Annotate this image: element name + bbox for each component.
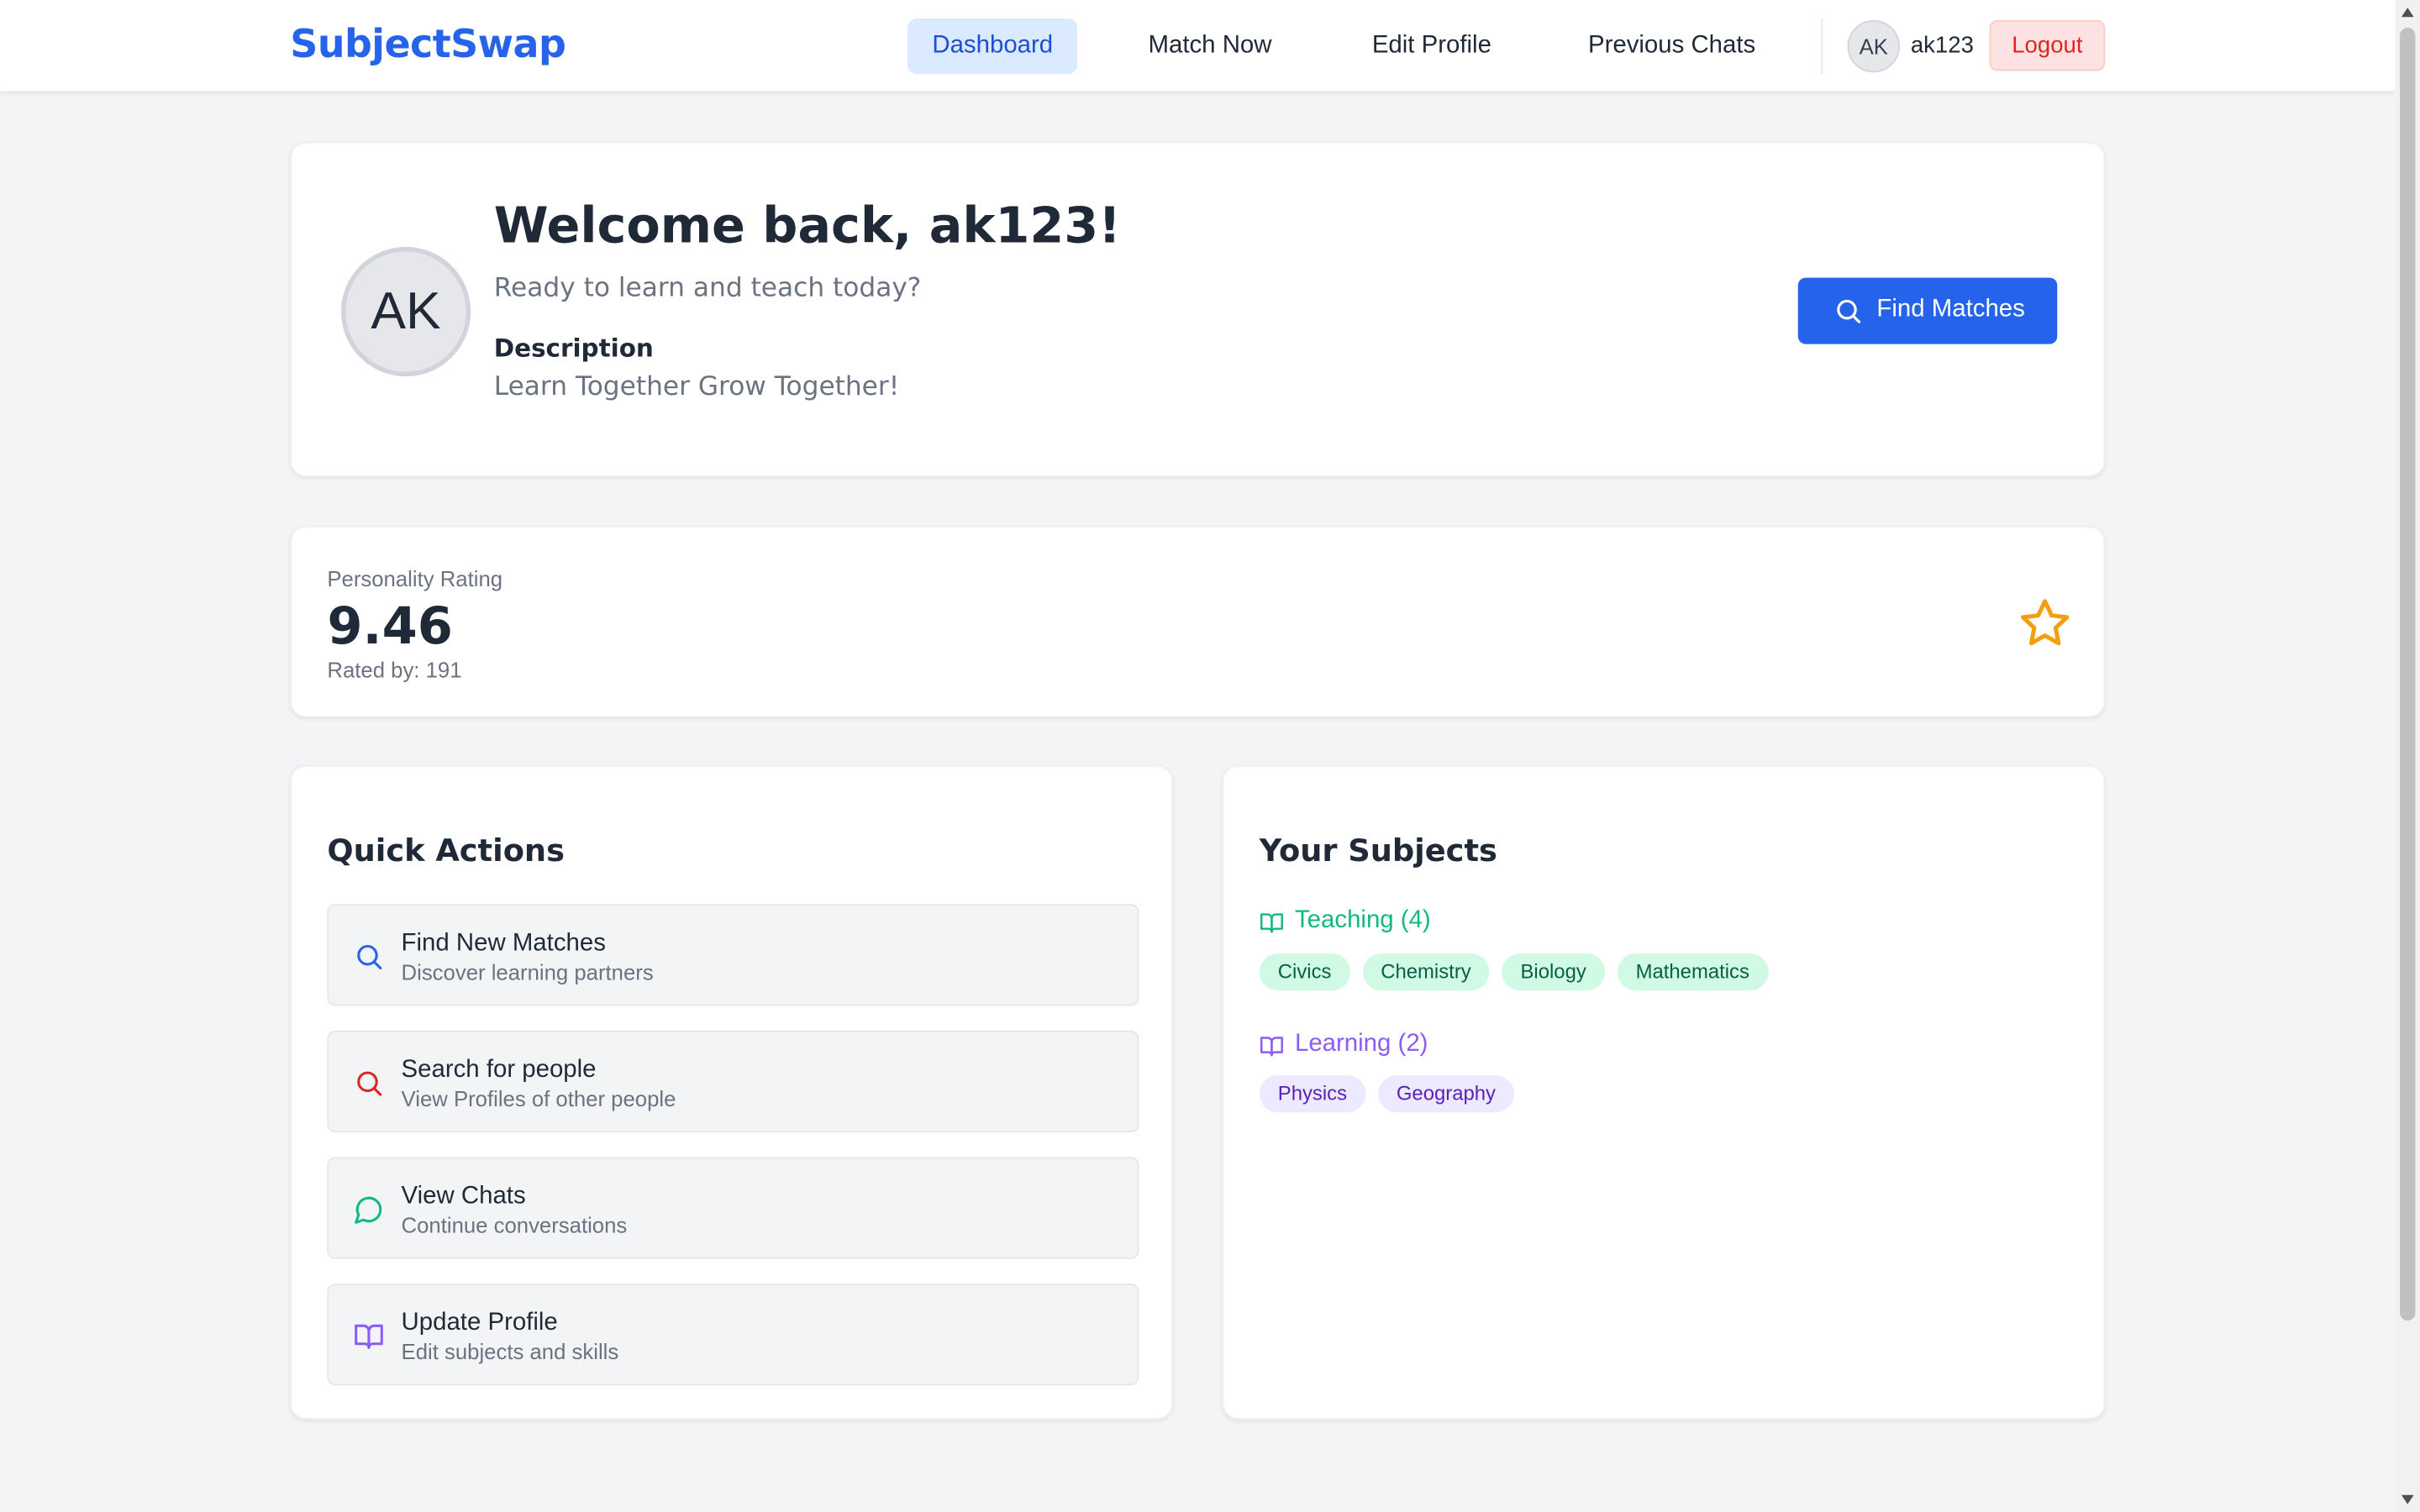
learning-label: Learning (2)	[1294, 1030, 1428, 1058]
book-open-icon	[1260, 913, 1283, 933]
quick-actions-card: Quick Actions Find New Matches Discover …	[290, 765, 1173, 1420]
subject-tag[interactable]: Geography	[1377, 1075, 1515, 1113]
scroll-up-arrow-icon[interactable]	[2401, 8, 2414, 18]
description-label: Description	[493, 333, 654, 363]
star-icon	[2020, 599, 2070, 646]
description-text: Learn Together Grow Together!	[493, 371, 900, 403]
find-matches-label: Find Matches	[1876, 296, 2025, 323]
subject-tag[interactable]: Chemistry	[1362, 953, 1490, 991]
action-view-chats[interactable]: View Chats Continue conversations	[327, 1157, 1139, 1259]
find-matches-button[interactable]: Find Matches	[1797, 277, 2058, 344]
action-description: Discover learning partners	[401, 959, 654, 984]
nav-match-now[interactable]: Match Now	[1123, 18, 1297, 74]
page: SubjectSwap Dashboard Match Now Edit Pro…	[0, 0, 2420, 1512]
action-description: Continue conversations	[401, 1212, 628, 1238]
action-title: Find New Matches	[401, 930, 606, 957]
user-avatar[interactable]: AK	[1847, 19, 1900, 73]
action-update-profile[interactable]: Update Profile Edit subjects and skills	[327, 1284, 1139, 1386]
brand-logo[interactable]: SubjectSwap	[290, 22, 566, 66]
chat-bubble-icon	[355, 1196, 382, 1224]
subjects-title: Your Subjects	[1259, 831, 1497, 869]
profile-avatar: AK	[340, 246, 471, 377]
welcome-subtitle: Ready to learn and teach today?	[493, 273, 922, 304]
subjects-card: Your Subjects Teaching (4) Civics Chemis…	[1222, 765, 2106, 1420]
nav-previous-chats[interactable]: Previous Chats	[1564, 18, 1781, 74]
action-find-new-matches[interactable]: Find New Matches Discover learning partn…	[327, 904, 1139, 1006]
subject-tag[interactable]: Civics	[1259, 953, 1350, 991]
username-label: ak123	[1910, 32, 1974, 59]
rating-card: Personality Rating 9.46 Rated by: 191	[290, 526, 2106, 718]
teaching-label: Teaching (4)	[1294, 906, 1431, 934]
learning-tags: Physics Geography	[1259, 1075, 1515, 1113]
action-title: View Chats	[401, 1183, 526, 1210]
book-open-icon	[355, 1324, 383, 1349]
rating-label: Personality Rating	[327, 566, 503, 591]
vertical-scrollbar[interactable]	[2395, 0, 2420, 1512]
action-title: Search for people	[401, 1057, 597, 1084]
action-description: View Profiles of other people	[401, 1086, 676, 1111]
nav-edit-profile[interactable]: Edit Profile	[1347, 18, 1516, 74]
subject-tag[interactable]: Mathematics	[1617, 953, 1768, 991]
scroll-down-arrow-icon[interactable]	[2401, 1494, 2414, 1504]
welcome-card: AK Welcome back, ak123! Ready to learn a…	[290, 141, 2106, 477]
search-icon	[1837, 299, 1861, 323]
nav-divider	[1821, 18, 1823, 75]
rating-count: Rated by: 191	[327, 657, 462, 682]
action-search-people[interactable]: Search for people View Profiles of other…	[327, 1030, 1139, 1133]
rating-value: 9.46	[327, 595, 453, 656]
welcome-title: Welcome back, ak123!	[493, 196, 1121, 255]
action-description: Edit subjects and skills	[401, 1339, 619, 1364]
search-icon	[357, 944, 382, 970]
top-nav-bar: SubjectSwap Dashboard Match Now Edit Pro…	[0, 0, 2396, 93]
quick-actions-title: Quick Actions	[327, 831, 565, 869]
scrollbar-thumb[interactable]	[2400, 28, 2416, 1321]
search-icon	[357, 1071, 382, 1096]
nav-dashboard[interactable]: Dashboard	[907, 18, 1078, 75]
action-title: Update Profile	[401, 1310, 558, 1336]
subject-tag[interactable]: Physics	[1259, 1075, 1366, 1113]
teaching-tags: Civics Chemistry Biology Mathematics	[1259, 953, 1768, 991]
book-open-icon	[1260, 1037, 1283, 1057]
subject-tag[interactable]: Biology	[1502, 953, 1605, 991]
logout-button[interactable]: Logout	[1989, 19, 2106, 71]
